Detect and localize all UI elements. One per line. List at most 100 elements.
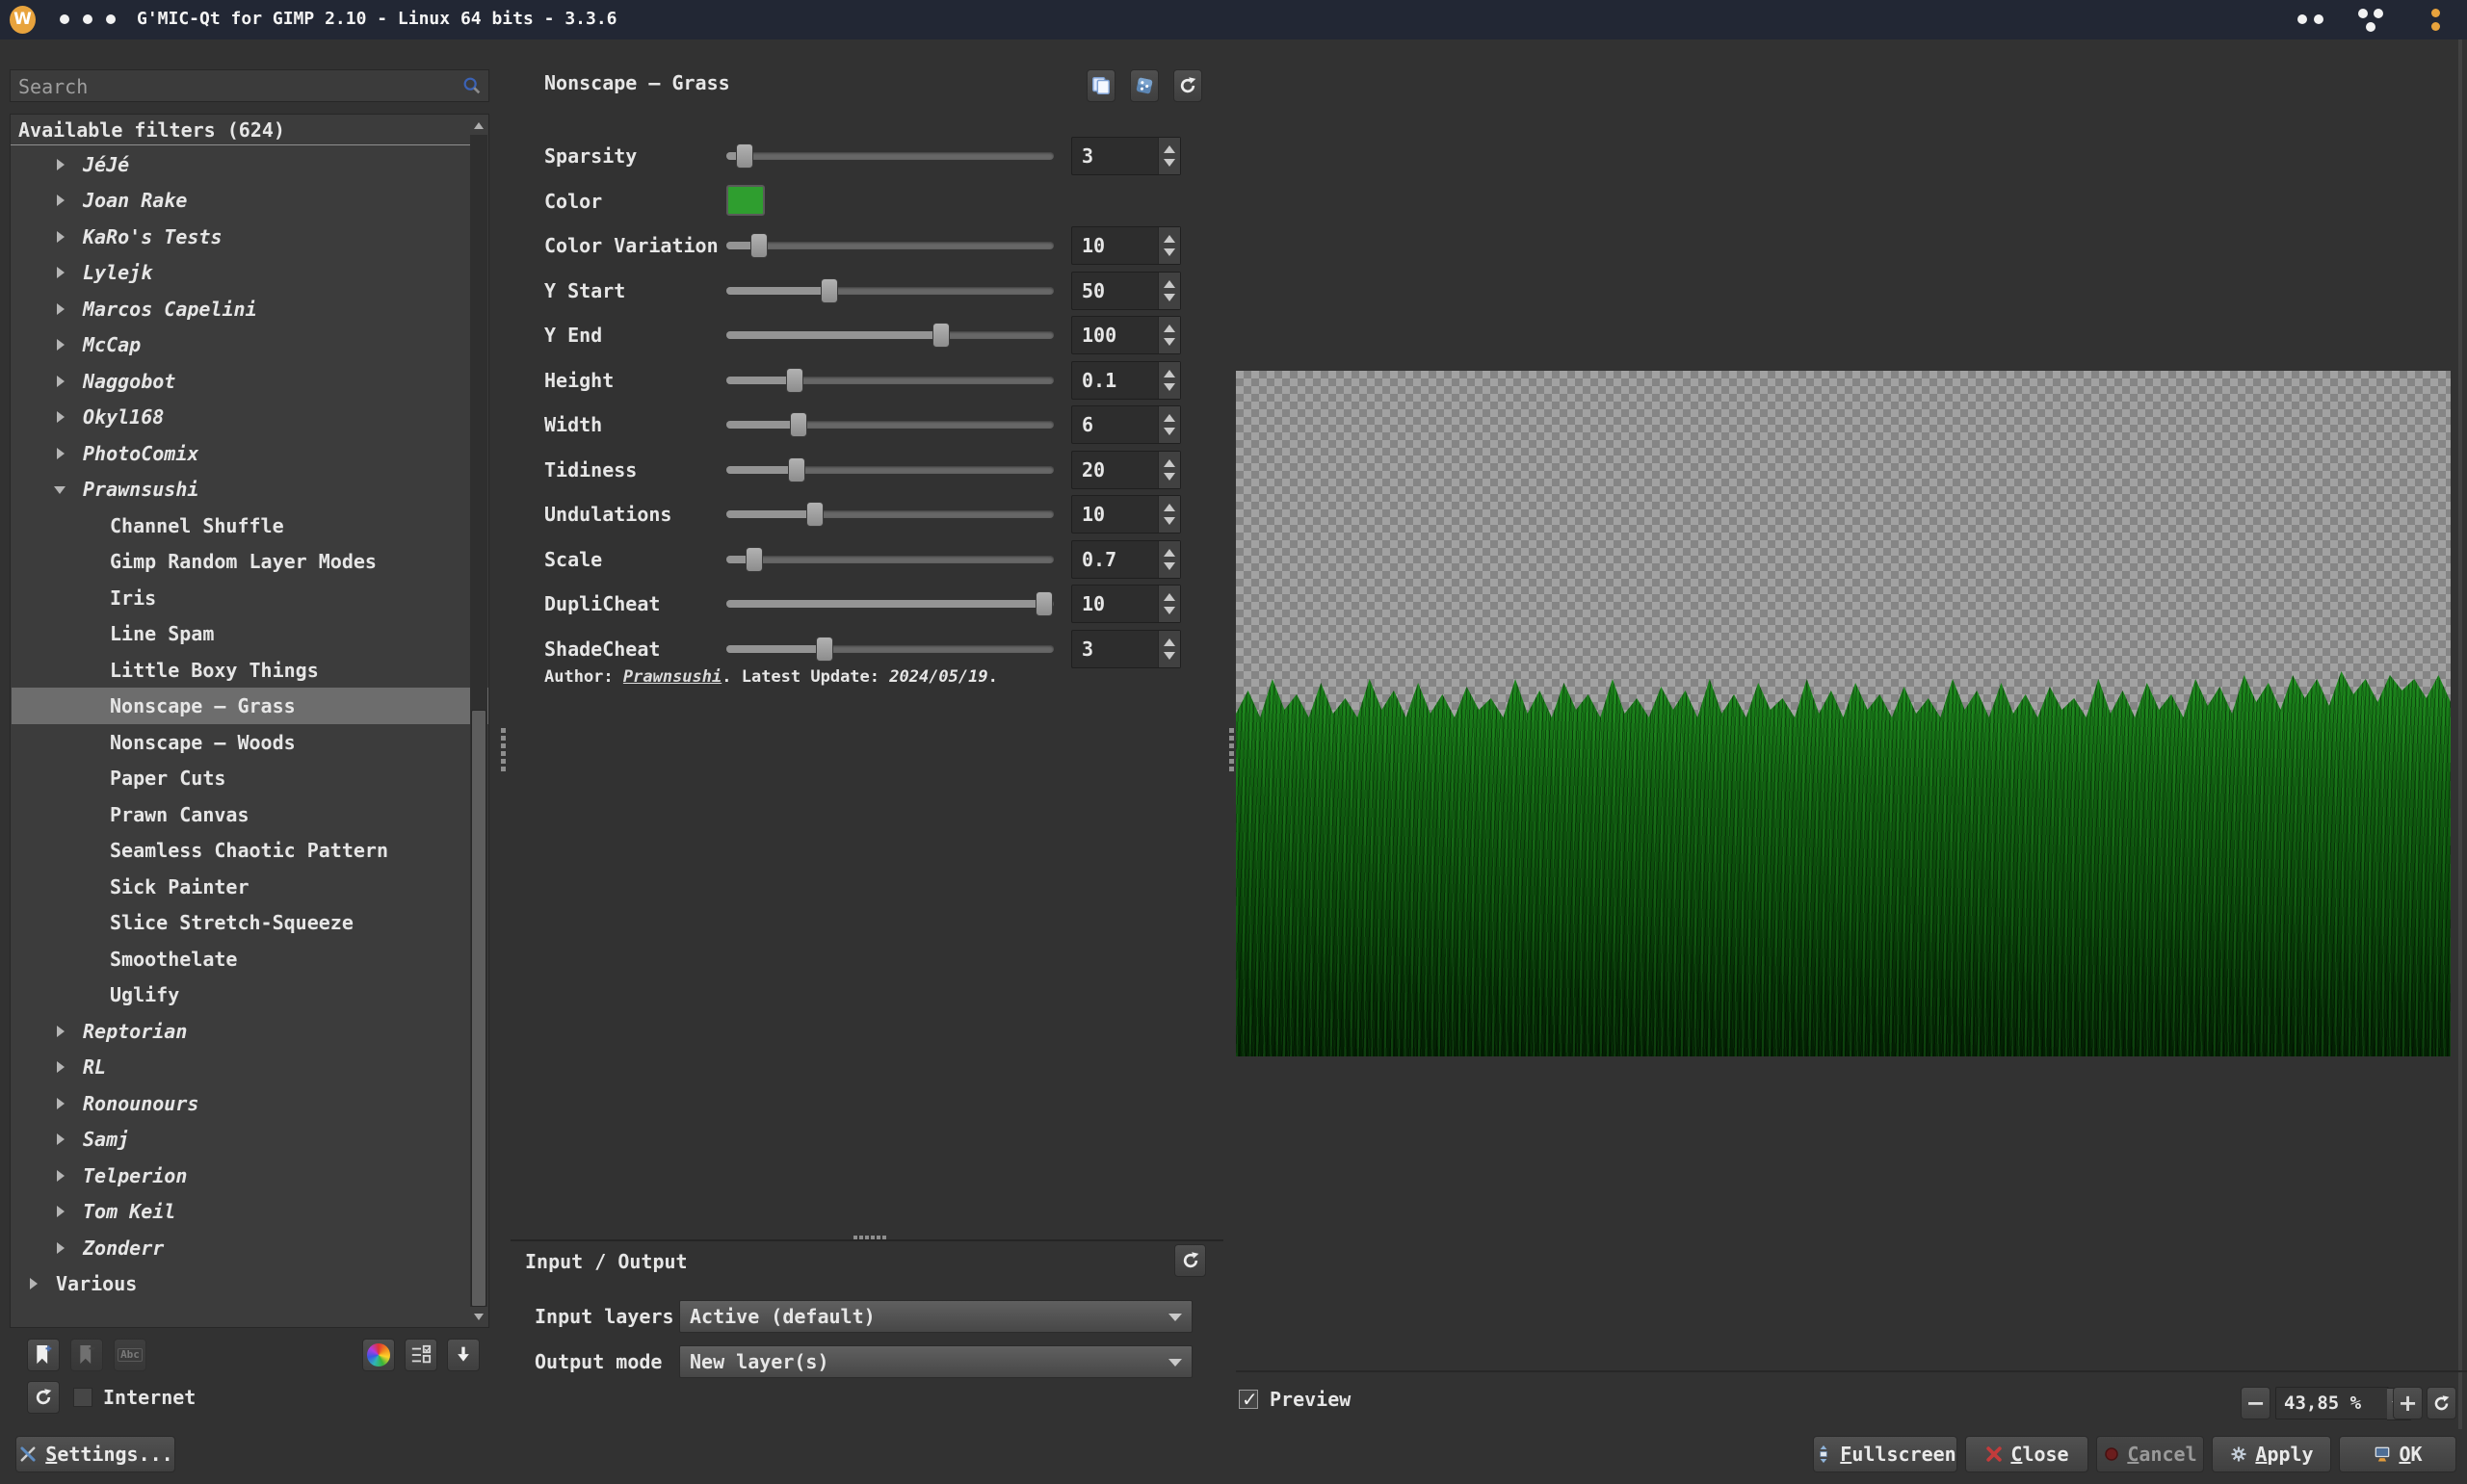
output-mode-select[interactable]: New layer(s) (679, 1345, 1193, 1378)
slider-handle[interactable] (816, 637, 833, 662)
slider-track[interactable] (726, 556, 1054, 563)
spinbox[interactable]: 6 (1071, 405, 1181, 444)
spin-buttons[interactable] (1158, 406, 1180, 443)
spin-value[interactable]: 10 (1082, 586, 1105, 622)
titlebar-control-icon[interactable] (2297, 14, 2307, 24)
spin-value[interactable]: 0.7 (1082, 541, 1116, 578)
tree-filter-little-boxy-things[interactable]: Little Boxy Things (12, 652, 489, 689)
slider-handle[interactable] (788, 457, 805, 482)
spin-up-icon[interactable] (1164, 593, 1175, 601)
collapse-arrow-icon[interactable] (56, 484, 66, 494)
tree-filter-paper-cuts[interactable]: Paper Cuts (12, 760, 489, 796)
slider-track[interactable] (726, 287, 1054, 295)
tree-filter-nonscape-grass-selected[interactable]: Nonscape – Grass (12, 688, 489, 724)
tree-category-okyl168[interactable]: Okyl168 (12, 399, 470, 435)
spinbox[interactable]: 10 (1071, 226, 1181, 265)
author-link[interactable]: Prawnsushi (623, 667, 722, 687)
spin-up-icon[interactable] (1164, 235, 1175, 243)
spinbox[interactable]: 0.1 (1071, 361, 1181, 400)
expand-arrow-icon[interactable] (56, 160, 66, 169)
titlebar-control-icon[interactable] (2314, 14, 2323, 24)
slider-track[interactable] (726, 466, 1054, 474)
titlebar-control-icon[interactable] (2366, 22, 2375, 32)
titlebar-menu-icon[interactable] (2431, 9, 2440, 17)
slider-track[interactable] (726, 421, 1054, 429)
spinbox[interactable]: 100 (1071, 316, 1181, 354)
spinbox[interactable]: 0.7 (1071, 540, 1181, 579)
spin-down-icon[interactable] (1164, 428, 1175, 435)
slider-handle[interactable] (746, 547, 763, 572)
spinbox[interactable]: 50 (1071, 272, 1181, 310)
expand-arrow-icon[interactable] (56, 1207, 66, 1216)
rename-fave-button[interactable]: Abc (114, 1339, 146, 1371)
slider-handle[interactable] (750, 233, 768, 258)
refresh-filters-button[interactable] (27, 1381, 60, 1414)
expand-arrow-icon[interactable] (56, 304, 66, 314)
spinbox[interactable]: 20 (1071, 451, 1181, 489)
spin-value[interactable]: 50 (1082, 273, 1105, 309)
tree-category-lylejk[interactable]: Lylejk (12, 254, 470, 291)
tree-category-zonderr[interactable]: Zonderr (12, 1230, 470, 1266)
titlebar[interactable]: W G'MIC-Qt for GIMP 2.10 - Linux 64 bits… (0, 0, 2467, 39)
slider-handle[interactable] (786, 368, 803, 393)
spin-down-icon[interactable] (1164, 473, 1175, 481)
spin-value[interactable]: 10 (1082, 227, 1105, 264)
expand-arrow-icon[interactable] (56, 1243, 66, 1253)
expand-arrow-icon[interactable] (56, 1171, 66, 1181)
expand-arrow-icon[interactable] (56, 449, 66, 458)
spin-up-icon[interactable] (1164, 459, 1175, 467)
expand-arrow-icon[interactable] (56, 1027, 66, 1036)
manage-filters-button[interactable] (405, 1339, 437, 1371)
tree-filter-prawn-canvas[interactable]: Prawn Canvas (12, 796, 489, 833)
spin-up-icon[interactable] (1164, 414, 1175, 422)
spin-down-icon[interactable] (1164, 294, 1175, 301)
spin-buttons[interactable] (1158, 362, 1180, 399)
io-reset-button[interactable] (1174, 1244, 1206, 1277)
expand-arrow-icon[interactable] (56, 1099, 66, 1108)
color-swatch-button[interactable] (726, 185, 765, 216)
tree-filter-nonscape-woods[interactable]: Nonscape – Woods (12, 724, 489, 761)
zoom-in-button[interactable]: + (2393, 1387, 2423, 1419)
spin-value[interactable]: 3 (1082, 631, 1093, 667)
expand-arrow-icon[interactable] (56, 377, 66, 386)
zoom-level-select[interactable]: 43,85 % (2275, 1387, 2389, 1419)
tree-category-photocomix[interactable]: PhotoComix (12, 435, 470, 472)
spin-down-icon[interactable] (1164, 652, 1175, 660)
tree-filter-smoothelate[interactable]: Smoothelate (12, 941, 489, 977)
tree-category-samj[interactable]: Samj (12, 1121, 470, 1158)
tree-category-reptorian[interactable]: Reptorian (12, 1013, 470, 1050)
slider-track[interactable] (726, 331, 1054, 339)
search-input[interactable] (16, 71, 444, 102)
apply-button[interactable]: Apply (2212, 1436, 2331, 1472)
tree-category-rl[interactable]: RL (12, 1049, 470, 1085)
scroll-up-button[interactable] (470, 116, 487, 135)
tree-filter-line-spam[interactable]: Line Spam (12, 615, 489, 652)
spin-buttons[interactable] (1158, 138, 1180, 174)
spin-value[interactable]: 3 (1082, 138, 1093, 174)
slider-track[interactable] (726, 645, 1054, 653)
internet-checkbox[interactable] (73, 1388, 92, 1407)
zoom-out-button[interactable]: − (2241, 1387, 2270, 1419)
app-logo-icon[interactable]: W (10, 6, 36, 34)
spin-up-icon[interactable] (1164, 280, 1175, 288)
spin-down-icon[interactable] (1164, 338, 1175, 346)
spin-buttons[interactable] (1158, 586, 1180, 622)
spin-buttons[interactable] (1158, 541, 1180, 578)
expand-arrow-icon[interactable] (56, 412, 66, 422)
settings-button[interactable]: Settings... (15, 1436, 175, 1472)
expand-arrow-icon[interactable] (56, 268, 66, 277)
spin-buttons[interactable] (1158, 227, 1180, 264)
tree-filter-gimp-random-layer-modes[interactable]: Gimp Random Layer Modes (12, 543, 489, 580)
spin-down-icon[interactable] (1164, 562, 1175, 570)
spin-up-icon[interactable] (1164, 638, 1175, 646)
preview-checkbox[interactable]: ✓ (1239, 1390, 1258, 1409)
input-layers-select[interactable]: Active (default) (679, 1300, 1193, 1333)
randomize-parameters-button[interactable] (1130, 69, 1159, 102)
zoom-reset-button[interactable] (2427, 1387, 2456, 1419)
spin-up-icon[interactable] (1164, 549, 1175, 557)
tree-category-various[interactable]: Various (12, 1265, 470, 1302)
tree-scrollbar[interactable] (470, 116, 487, 1326)
spinbox[interactable]: 10 (1071, 495, 1181, 534)
tree-category-tom-keil[interactable]: Tom Keil (12, 1193, 470, 1230)
expand-arrow-icon[interactable] (56, 340, 66, 350)
